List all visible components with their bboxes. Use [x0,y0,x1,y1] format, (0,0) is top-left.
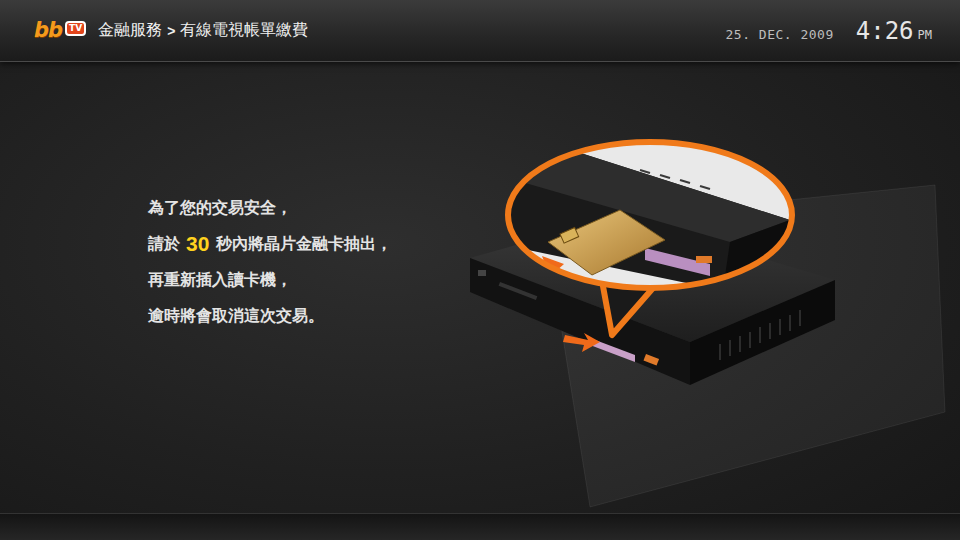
message-line: 再重新插入讀卡機， [148,262,460,298]
bottom-bar [0,513,960,540]
date: 25. DEC. 2009 [726,27,834,42]
breadcrumb-item[interactable]: 有線電視帳單繳費 [180,20,308,41]
clock: 25. DEC. 2009 4:26 PM [726,17,933,45]
bbtv-logo: bbTV [34,20,86,41]
logo-text: bb [34,20,62,41]
logo-badge: TV [65,21,86,37]
countdown-seconds: 30 [186,232,209,256]
card-insert-illustration [460,62,950,513]
message-line: 逾時將會取消這次交易。 [148,298,460,334]
message-text: 為了您的交易安全， [148,198,292,219]
breadcrumb-separator: > [167,23,175,39]
content: 為了您的交易安全， 請於 30 秒內將晶片金融卡抽出， 再重新插入讀卡機， 逾時將會取消這… [0,62,960,513]
breadcrumb-item[interactable]: 金融服務 [98,20,162,41]
am-pm: PM [918,28,932,42]
message-line: 為了您的交易安全， [148,190,460,226]
message-text: 逾時將會取消這次交易。 [148,306,324,327]
instruction-message: 為了您的交易安全， 請於 30 秒內將晶片金融卡抽出， 再重新插入讀卡機， 逾時將會取消這… [0,62,460,513]
message-text: 請於 [148,234,180,255]
message-text: 秒內將晶片金融卡抽出， [216,234,392,255]
time: 4:26 [856,17,914,45]
message-text: 再重新插入讀卡機， [148,270,292,291]
top-bar: bbTV 金融服務 > 有線電視帳單繳費 25. DEC. 2009 4:26 PM [0,0,960,62]
time-wrap: 4:26 PM [856,17,932,45]
breadcrumb: 金融服務 > 有線電視帳單繳費 [98,20,308,41]
message-line: 請於 30 秒內將晶片金融卡抽出， [148,226,460,262]
header-left: bbTV 金融服務 > 有線電視帳單繳費 [34,20,308,41]
set-top-box-icon [460,130,950,520]
